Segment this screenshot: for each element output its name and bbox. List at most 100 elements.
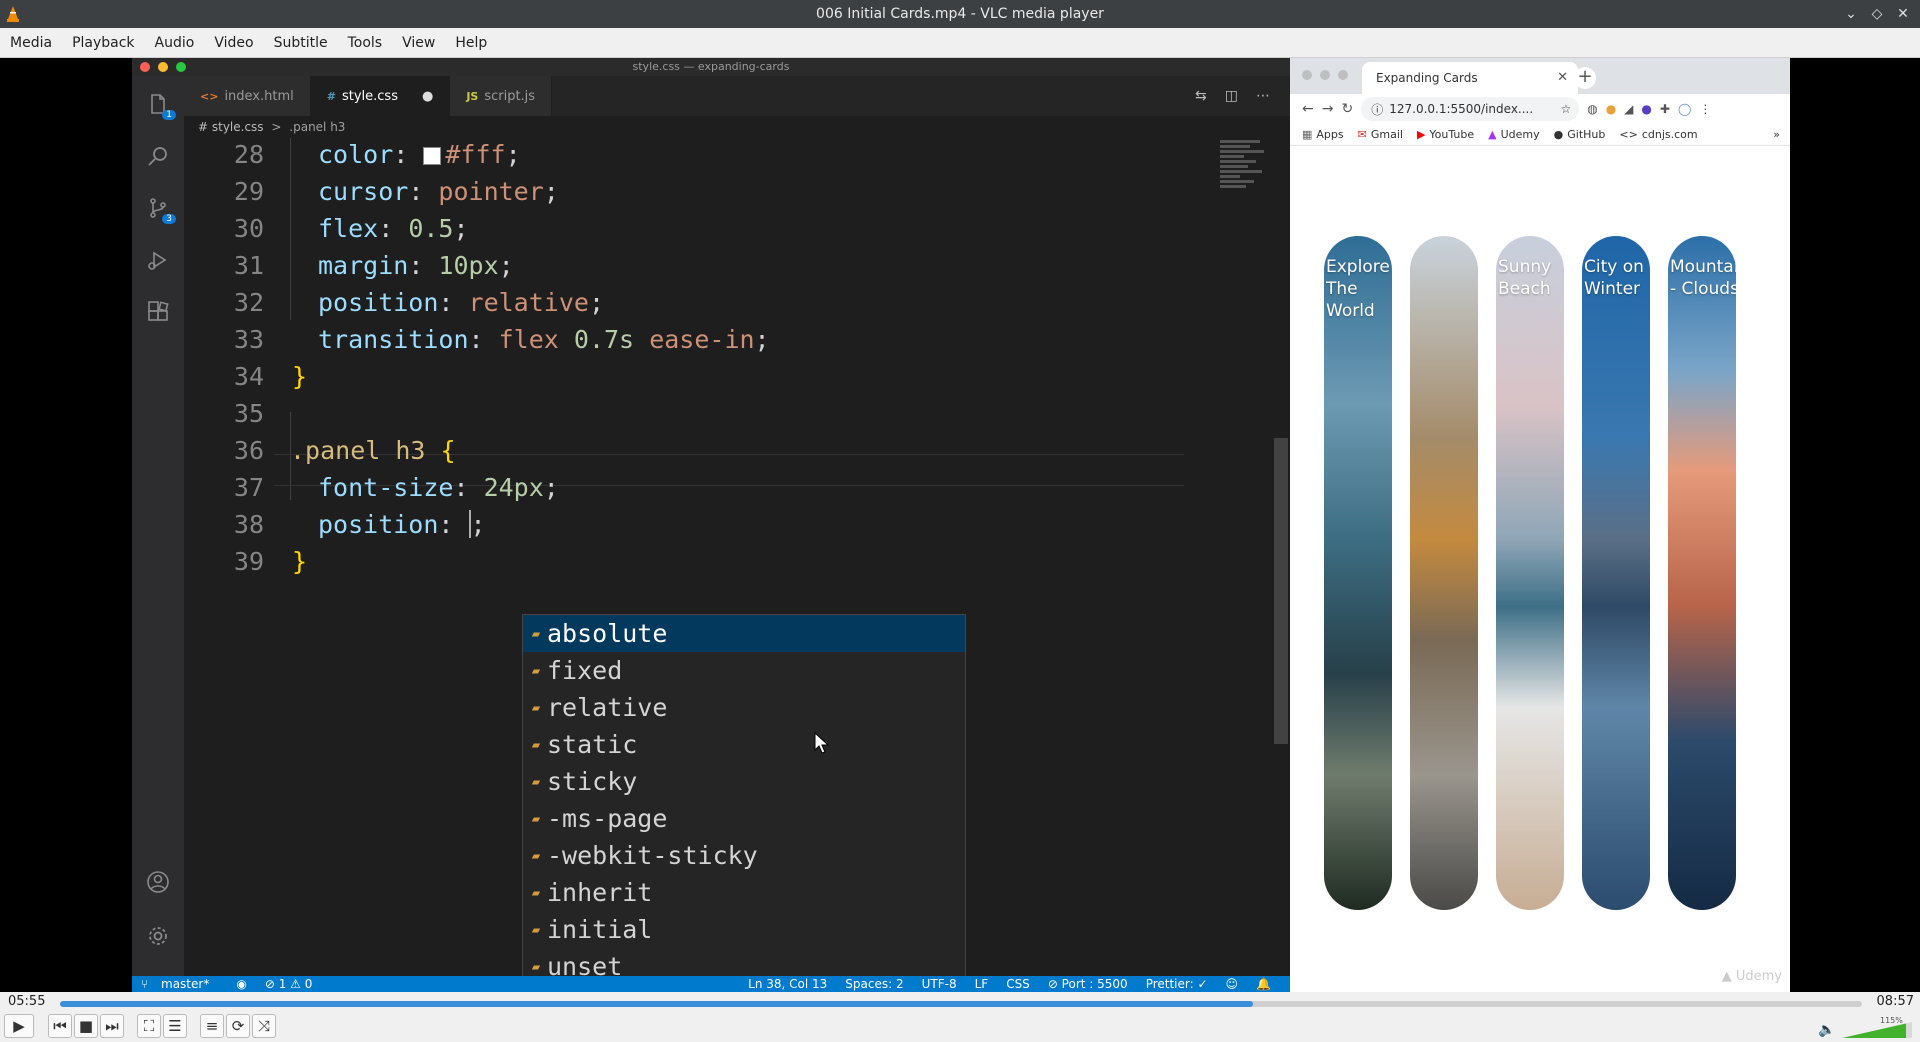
forward-arrow-icon: → [1321,101,1334,117]
menu-subtitle[interactable]: Subtitle [264,35,338,51]
bookmark-star-icon: ☆ [1560,102,1572,116]
eye-icon: ◉ [236,977,247,991]
property-value-icon: ▰ [531,625,541,642]
browser-window: Expanding Cards ✕ + ← → ↻ ⓘ 127.0.0.1:55… [1290,58,1790,992]
color-swatch-icon [423,147,442,165]
more-bookmarks-icon: » [1773,128,1780,141]
apps-grid-icon: ▦ [1302,128,1313,141]
bookmark-github: ● GitHub [1553,128,1606,141]
speaker-icon[interactable]: 🔈 [1818,1022,1835,1038]
minimize-icon[interactable]: ⌄ [1842,6,1860,22]
feedback-icon: ☺ [1225,977,1239,991]
indentation: Spaces: 2 [845,977,904,991]
stop-button[interactable]: ■ [74,1014,98,1038]
suggestion-item: ▰ -ms-page [523,800,965,837]
playlist-button[interactable]: ≡ [200,1014,224,1038]
account-icon [144,868,172,896]
settings-gear-icon [144,922,172,950]
branch-label: ⑂ master* [141,977,210,991]
mac-window-dots [140,62,186,72]
menu-audio[interactable]: Audio [145,35,205,51]
vscode-title: style.css — expanding-cards [132,58,1290,76]
editor-actions: ⇆ ◫ ⋯ [1195,76,1270,116]
line-ending: LF [974,977,989,991]
run-debug-icon [144,246,172,274]
vscode-window: style.css — expanding-cards 1 3 <> index… [132,58,1290,992]
menu-tools[interactable]: Tools [338,35,393,51]
seek-bar[interactable] [60,1001,1862,1007]
language-mode: CSS [1006,977,1030,991]
extensions-icon [144,298,172,326]
maximize-icon[interactable]: ◇ [1868,6,1886,22]
cursor-position: Ln 38, Col 13 [748,977,828,991]
bookmark-apps: ▦ Apps [1302,128,1344,141]
minimap [1220,138,1276,208]
activity-bar: 1 3 [132,76,184,984]
menu-help[interactable]: Help [445,35,497,51]
vscode-status-bar: ⑂ master* ◉ ⊘ 1 ⚠ 0 Ln 38, Col 13 Spaces… [132,976,1290,992]
video-frame[interactable]: style.css — expanding-cards 1 3 <> index… [0,58,1920,992]
property-value-icon: ▰ [531,884,541,901]
breadcrumb: # style.css > .panel h3 [184,116,1290,138]
window-titlebar: 006 Initial Cards.mp4 - VLC media player… [0,0,1920,28]
code-line-38: position: ; [318,510,486,539]
suggestion-item: ▰ static [523,726,965,763]
live-server-port: ⊘ Port : 5500 [1047,977,1128,991]
extension-icon: ● [1605,102,1617,116]
previous-button[interactable]: ⏮ [48,1014,72,1038]
next-button[interactable]: ⏭ [100,1014,124,1038]
volume-slider[interactable] [1842,1022,1912,1038]
code-line-28: color: #fff; [318,140,521,169]
suggestion-item: ▰ inherit [523,874,965,911]
menu-view[interactable]: View [392,35,445,51]
menu-playback[interactable]: Playback [62,35,144,51]
shuffle-button[interactable]: ⤨ [252,1014,276,1038]
extended-settings-button[interactable]: ☰ [163,1014,187,1038]
prettier-status: Prettier: ✓ [1145,977,1208,991]
bookmarks-bar: ▦ Apps ✉ Gmail ▶ YouTube ▲ Udemy ● GitHub <> c… [1290,124,1790,146]
menu-video[interactable]: Video [204,35,263,51]
bookmark-youtube: ▶ YouTube [1416,128,1475,141]
card-sunny-beach: Sunny Beach [1496,236,1564,910]
browser-toolbar: ← → ↻ ⓘ 127.0.0.1:5500/index.... ☆ ◍ ● ◢… [1290,94,1790,124]
play-button[interactable]: ▶ [4,1014,34,1038]
menu-media[interactable]: Media [0,35,62,51]
fullscreen-button[interactable]: ⛶ [137,1014,161,1038]
suggestion-item: ▰ relative [523,689,965,726]
card-forest-path [1410,236,1478,910]
bookmark-udemy: ▲ Udemy [1488,128,1540,141]
property-value-icon: ▰ [531,699,541,716]
code-line-31: margin: 10px; [318,251,514,280]
extension-icon: ◍ [1587,102,1598,116]
code-line-32: position: relative; [318,288,605,317]
suggestion-item: ▰ initial [523,911,965,948]
search-icon [144,142,172,170]
split-editor-icon: ◫ [1224,88,1238,104]
github-icon: ● [1553,128,1564,141]
code-line-36: .panel h3 { [290,436,456,465]
elapsed-time: 05:55 [8,994,46,1009]
youtube-icon: ▶ [1416,128,1426,141]
profile-icon: ◯ [1677,102,1692,116]
tab-script-js: JS script.js [450,76,553,116]
property-value-icon: ▰ [531,773,541,790]
tab-close-icon: ✕ [1557,70,1568,85]
puzzle-icon: ✚ [1659,102,1670,116]
property-value-icon: ▰ [531,736,541,753]
extension-icon: ◢ [1624,102,1634,116]
close-icon[interactable]: ✕ [1894,6,1912,22]
browser-tab-strip: Expanding Cards ✕ + [1290,58,1790,94]
total-time: 08:57 [1876,994,1914,1009]
loop-button[interactable]: ⟳ [226,1014,250,1038]
udemy-watermark: ▲ Udemy [1721,969,1782,984]
code-line-29: cursor: pointer; [318,177,559,206]
bookmark-gmail: ✉ Gmail [1357,128,1403,141]
property-value-icon: ▰ [531,847,541,864]
back-arrow-icon: ← [1302,101,1314,117]
property-value-icon: ▰ [531,958,541,975]
new-tab-icon: + [1574,67,1596,89]
player-controls: 05:55 08:57 ▶ ⏮ ■ ⏭ ⛶ ☰ ≡ ⟳ ⤨ 🔈 115% [0,992,1920,1042]
property-value-icon: ▰ [531,810,541,827]
editor-scrollbar [1274,438,1288,744]
suggestion-item: ▰ sticky [523,763,965,800]
